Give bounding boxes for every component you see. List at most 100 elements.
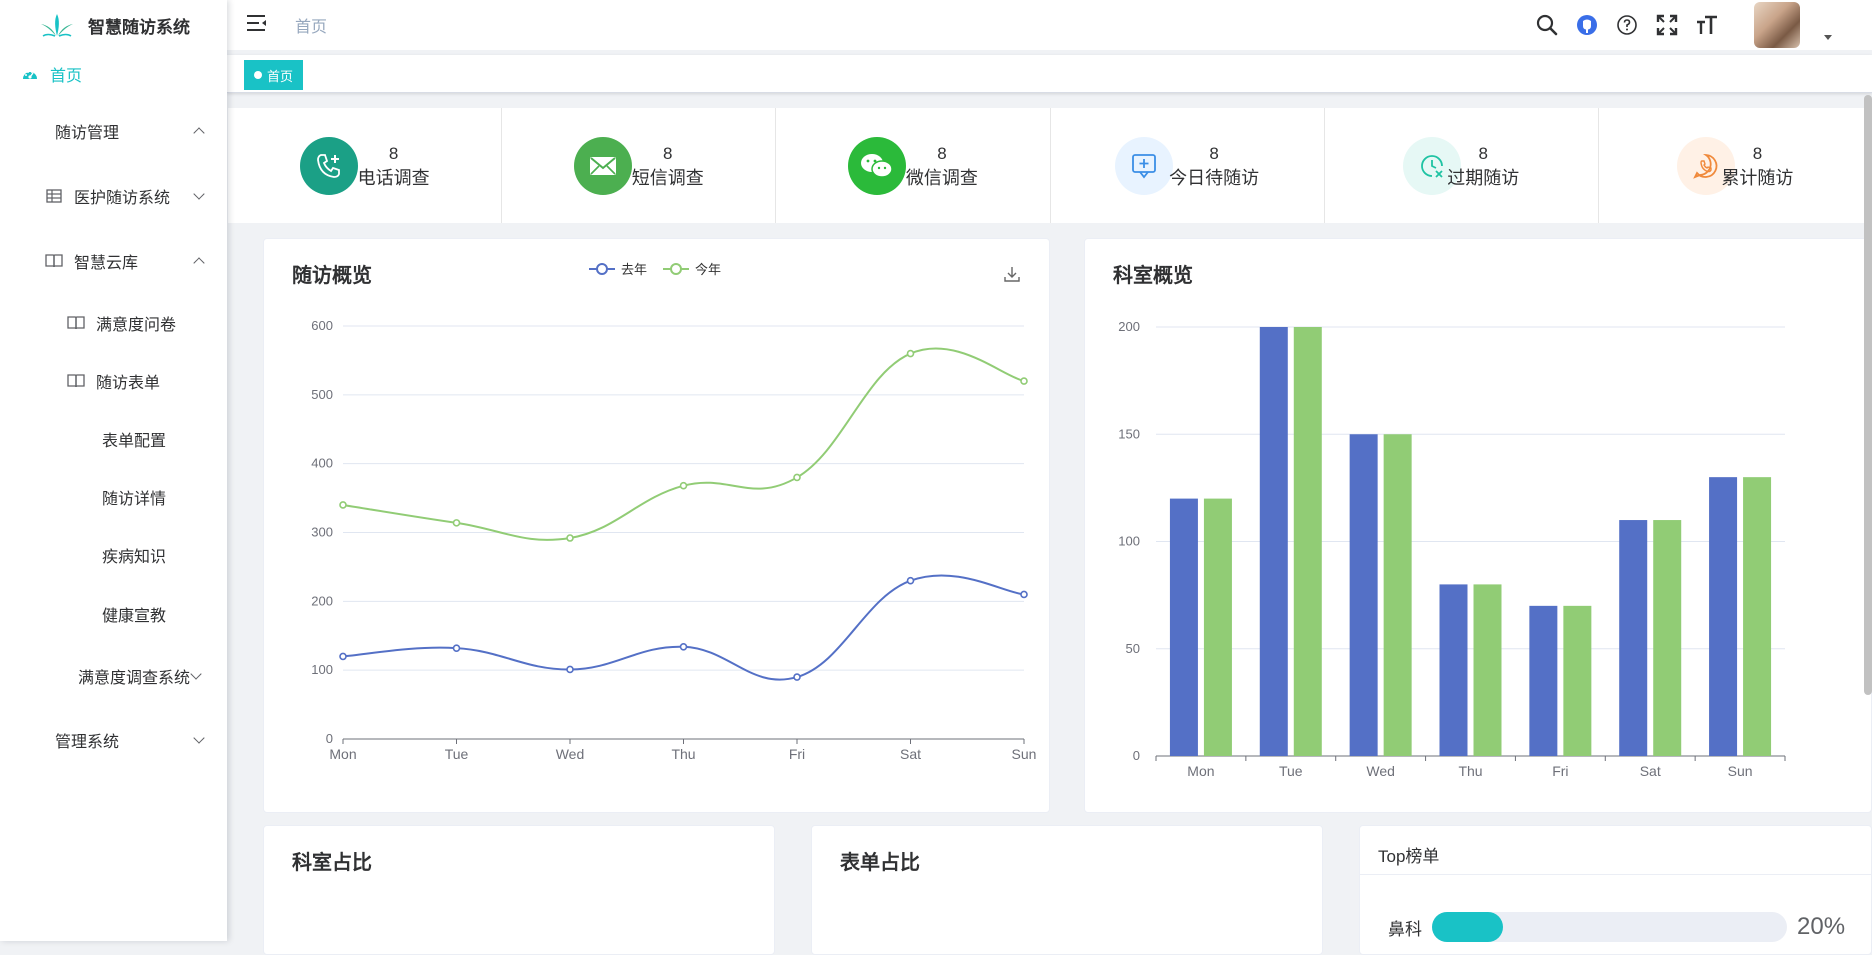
bar[interactable] — [1653, 520, 1682, 756]
bar[interactable] — [1259, 327, 1288, 756]
data-point[interactable] — [906, 576, 915, 585]
sidebar-menu: 首页随访管理医护随访系统 智慧云库满意度问卷随访表单表单配置随访详情疾病知识健康宣… — [0, 50, 227, 772]
page-scrollbar[interactable] — [1864, 95, 1872, 695]
fullscreen-icon[interactable] — [1656, 14, 1678, 36]
stat-value: 8 — [1209, 143, 1219, 163]
bar[interactable] — [1473, 584, 1502, 756]
caret-down-icon[interactable] — [1824, 34, 1832, 40]
book-icon — [44, 254, 64, 268]
stat-item[interactable]: 8 过期随访 — [1325, 108, 1599, 223]
stat-text: 8 过期随访 — [1447, 142, 1519, 190]
sidebar-item-4[interactable]: 满意度问卷 — [0, 294, 227, 352]
bar[interactable] — [1743, 477, 1772, 756]
stat-label: 微信调查 — [905, 167, 978, 188]
stat-value: 8 — [1478, 143, 1488, 163]
stat-item[interactable]: 8 微信调查 — [776, 108, 1051, 223]
bar[interactable] — [1529, 605, 1558, 756]
data-point[interactable] — [566, 534, 574, 542]
sidebar-item-label: 满意度问卷 — [96, 317, 177, 334]
github-icon[interactable] — [1576, 14, 1598, 36]
sidebar-item-label: 健康宣教 — [102, 608, 167, 625]
user-avatar[interactable] — [1754, 2, 1800, 48]
data-point[interactable] — [793, 473, 801, 482]
chevron-up-icon — [193, 257, 205, 269]
leaf-logo-icon — [41, 14, 73, 37]
sidebar-item-label: 表单配置 — [102, 433, 167, 450]
chevron-down-icon — [193, 188, 205, 200]
y-tick-label: 200 — [1118, 319, 1140, 334]
sidebar-item-0[interactable]: 首页 — [0, 50, 227, 98]
stats-panel: 8 电话调查 8 短信调查 8 微信调查 8 今日待随访 8 过期随访 8 累计随访 — [228, 108, 1872, 223]
sidebar-item-5[interactable]: 随访表单 — [0, 352, 227, 410]
bar[interactable] — [1709, 477, 1738, 756]
data-point[interactable] — [906, 349, 915, 358]
sidebar-item-11[interactable]: 管理系统 — [0, 708, 227, 772]
book-icon — [66, 374, 86, 388]
data-point[interactable] — [793, 673, 801, 681]
data-point[interactable] — [452, 644, 461, 652]
data-point[interactable] — [679, 481, 688, 490]
stat-item[interactable]: 8 电话调查 — [228, 108, 503, 223]
table-grid-icon — [44, 189, 64, 203]
x-tick-label: Sun — [1012, 746, 1037, 762]
card-top-list: Top榜单 鼻科 20% — [1359, 825, 1872, 955]
y-tick-label: 500 — [311, 387, 333, 402]
breadcrumb[interactable]: 首页 — [295, 13, 327, 37]
bar[interactable] — [1563, 605, 1592, 756]
hamburger-icon[interactable] — [247, 14, 267, 37]
add-chat-icon — [1115, 136, 1174, 195]
bar[interactable] — [1169, 498, 1198, 756]
stat-label: 电话调查 — [357, 167, 430, 188]
divider — [1360, 874, 1871, 875]
bar[interactable] — [1439, 584, 1468, 756]
sidebar-item-3[interactable]: 智慧云库 — [0, 228, 227, 294]
stat-label: 今日待随访 — [1169, 167, 1260, 188]
sidebar-item-10[interactable]: 满意度调查系统 — [0, 644, 227, 708]
sidebar-item-6[interactable]: 表单配置 — [0, 410, 227, 468]
data-point[interactable] — [1020, 590, 1028, 599]
font-size-icon[interactable] — [1696, 14, 1718, 36]
bar[interactable] — [1203, 498, 1232, 756]
stat-item[interactable]: 8 今日待随访 — [1051, 108, 1325, 223]
stat-value: 8 — [388, 143, 399, 163]
active-dot-icon — [254, 71, 262, 79]
y-tick-label: 0 — [1133, 748, 1140, 763]
data-point[interactable] — [679, 642, 688, 651]
bar[interactable] — [1293, 327, 1322, 756]
stat-text: 8 累计随访 — [1721, 142, 1793, 190]
sidebar-item-label: 随访管理 — [55, 125, 120, 142]
sidebar-item-label: 疾病知识 — [102, 549, 167, 566]
data-point[interactable] — [452, 519, 461, 527]
data-point[interactable] — [566, 665, 574, 674]
tag-home[interactable]: 首页 — [244, 60, 304, 90]
stat-item[interactable]: 8 累计随访 — [1599, 108, 1872, 223]
data-point[interactable] — [1020, 377, 1028, 385]
y-tick-label: 200 — [311, 593, 333, 608]
sidebar-item-2[interactable]: 医护随访系统 — [0, 164, 227, 228]
sidebar-item-1[interactable]: 随访管理 — [0, 98, 227, 164]
sidebar-item-label: 首页 — [50, 68, 83, 85]
search-icon[interactable] — [1536, 14, 1558, 36]
sidebar-item-label: 随访表单 — [96, 375, 161, 392]
sidebar-item-7[interactable]: 随访详情 — [0, 468, 227, 526]
data-point[interactable] — [339, 501, 347, 509]
sidebar-item-9[interactable]: 健康宣教 — [0, 584, 227, 644]
data-point[interactable] — [339, 652, 347, 661]
x-tick-label: Fri — [1552, 763, 1568, 779]
sidebar-item-8[interactable]: 疾病知识 — [0, 526, 227, 584]
x-tick-label: Tue — [445, 746, 469, 762]
stat-item[interactable]: 8 短信调查 — [502, 108, 777, 223]
y-tick-label: 100 — [311, 662, 333, 677]
navbar-tools — [1536, 0, 1832, 50]
stat-value: 8 — [663, 143, 673, 163]
stat-text: 8 今日待随访 — [1169, 142, 1259, 190]
chevron-up-icon — [193, 127, 205, 139]
bar[interactable] — [1383, 434, 1412, 756]
help-icon[interactable] — [1616, 14, 1638, 36]
progress-track — [1432, 912, 1787, 942]
top-row-percent: 20% — [1797, 913, 1846, 940]
bar[interactable] — [1349, 434, 1378, 756]
card-title: Top榜单 — [1378, 847, 1440, 866]
logo[interactable]: 智慧随访系统 — [0, 0, 227, 50]
bar[interactable] — [1619, 520, 1648, 756]
